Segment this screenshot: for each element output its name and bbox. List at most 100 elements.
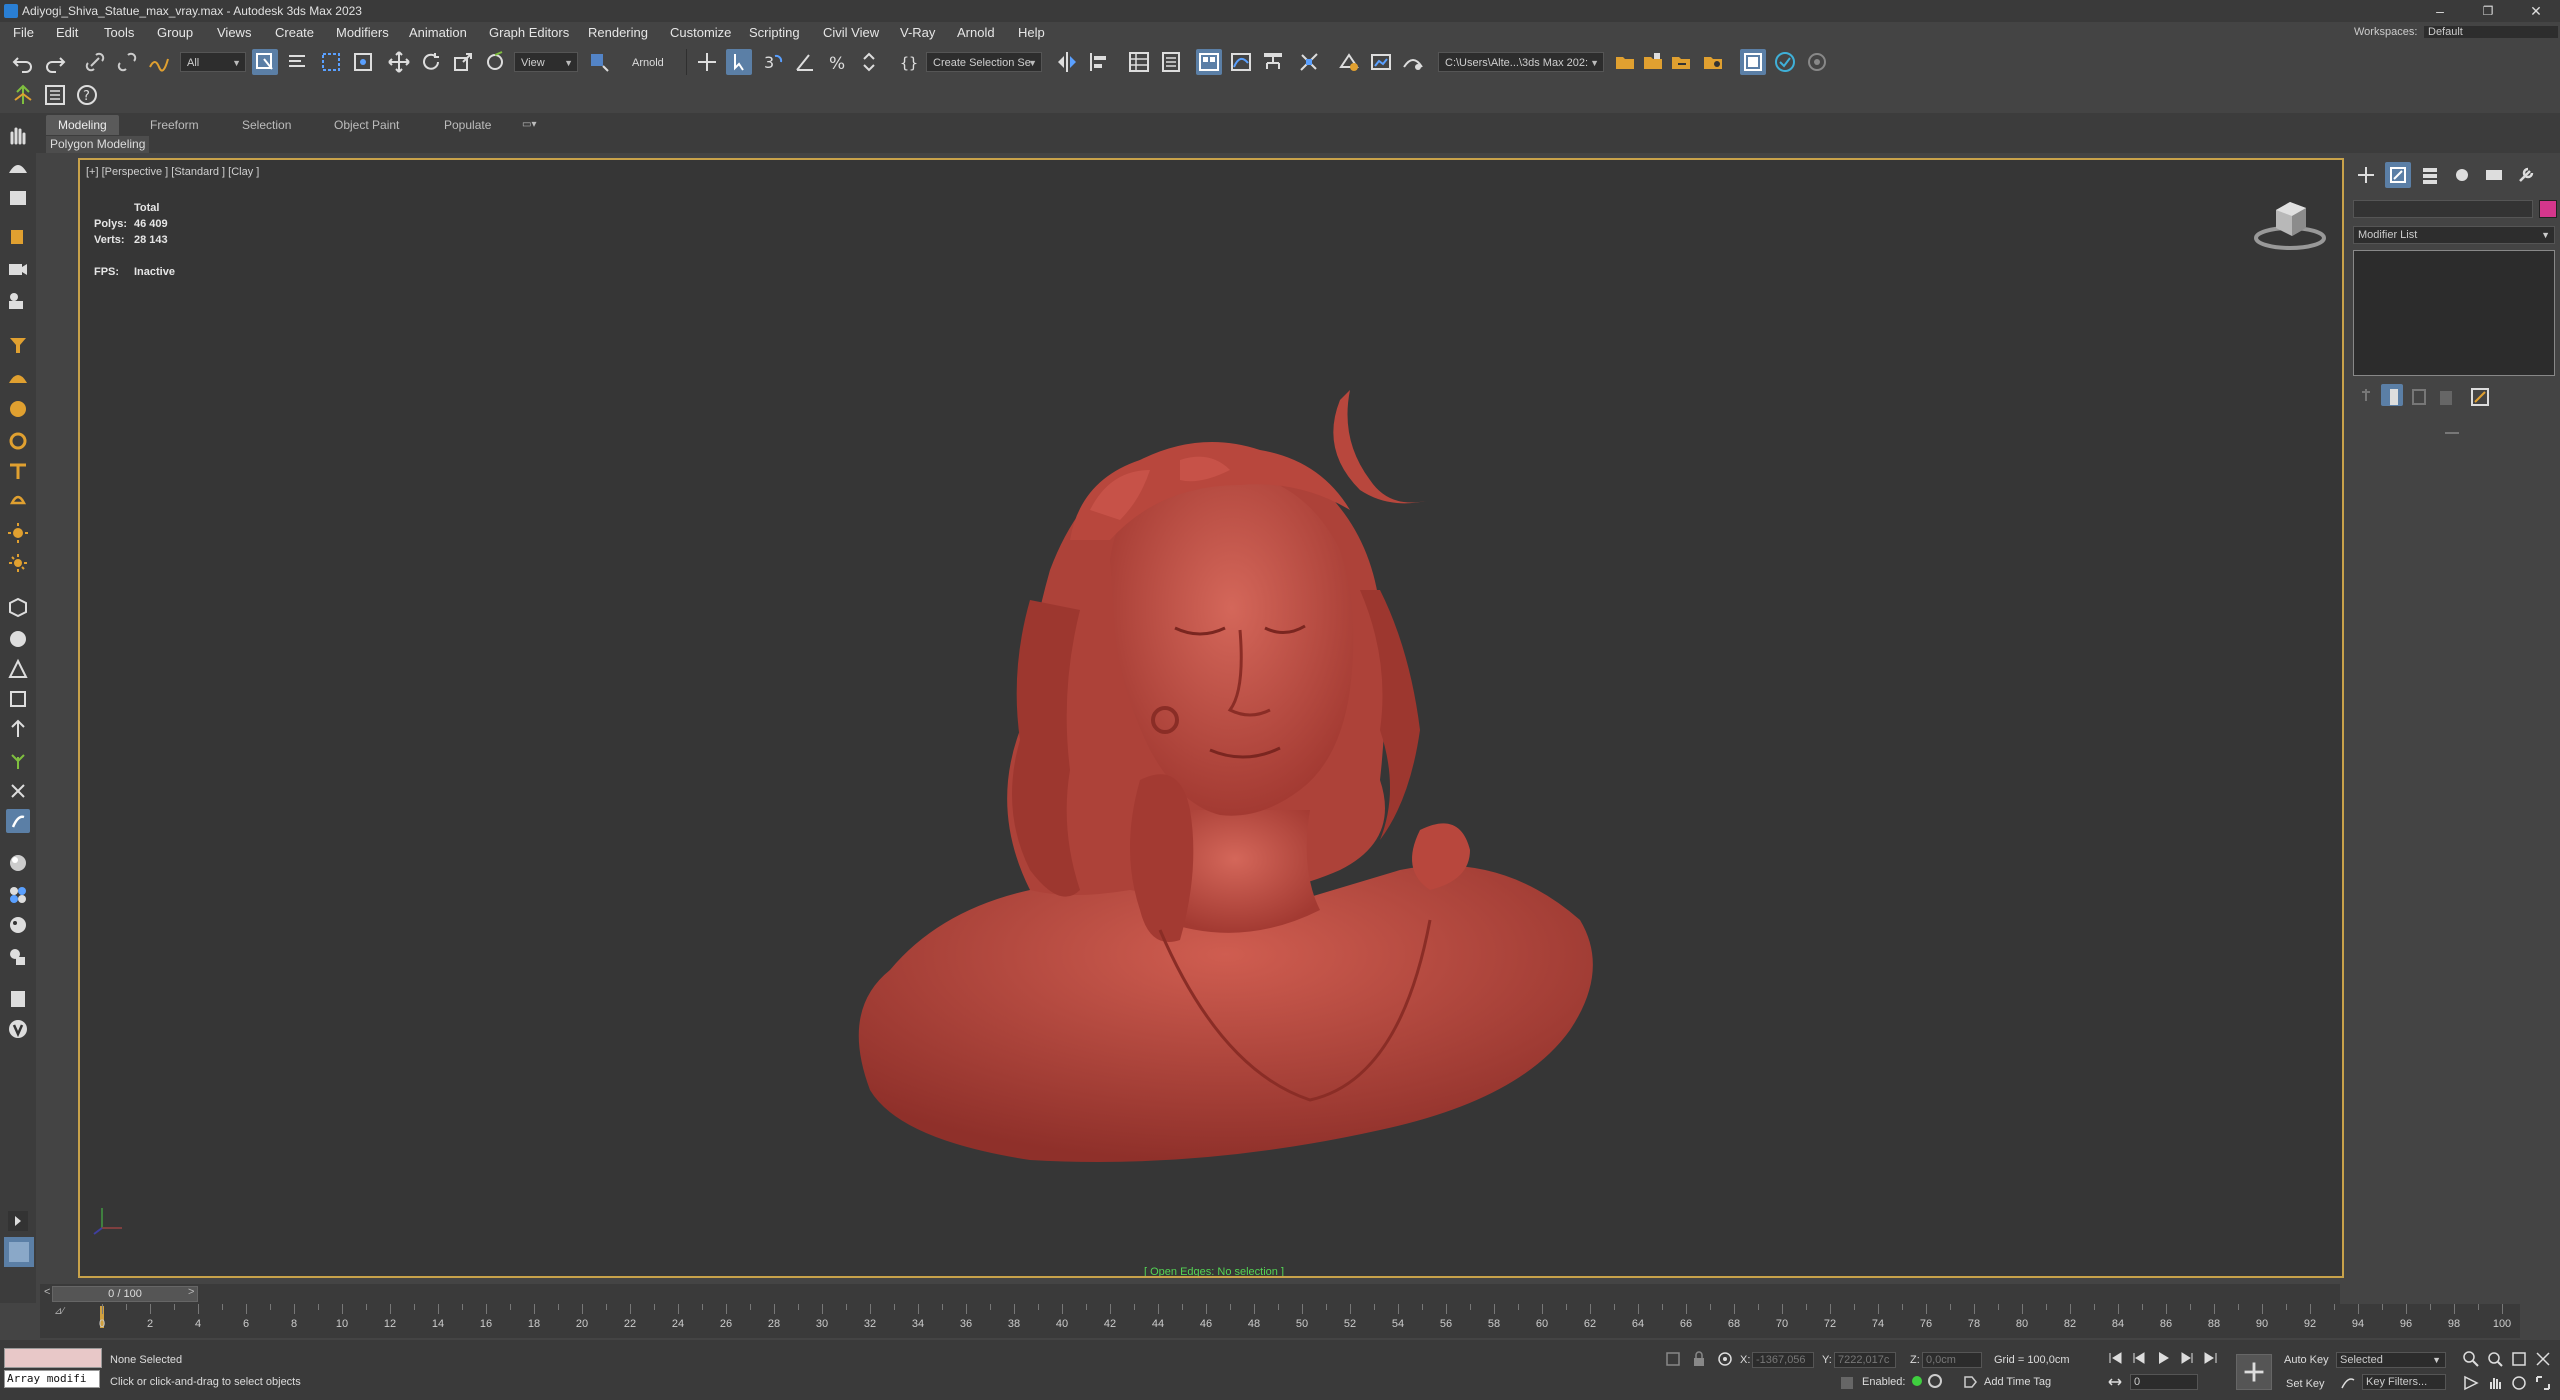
y-coordinate-field[interactable]: 7222,017c — [1834, 1352, 1896, 1368]
show-end-result-icon[interactable] — [2381, 384, 2403, 406]
menu-vray[interactable]: V-Ray — [900, 25, 935, 40]
link-icon[interactable] — [82, 49, 108, 75]
dome-light-icon[interactable] — [6, 365, 30, 389]
percent-snap-icon[interactable]: % — [824, 49, 850, 75]
schematic-view-icon[interactable] — [1260, 49, 1286, 75]
adaptive-degradation-icon[interactable] — [1838, 1374, 1856, 1392]
viewport-layout-icon[interactable] — [1740, 49, 1766, 75]
panel-divider-handle[interactable] — [2445, 432, 2459, 434]
configure-modifier-sets-icon[interactable] — [2467, 384, 2489, 406]
enabled-toggle-icon[interactable] — [1928, 1374, 1942, 1388]
arnold-label[interactable]: Arnold — [632, 57, 664, 69]
current-frame-field[interactable]: 0 — [2130, 1374, 2198, 1390]
sphere-icon[interactable] — [6, 627, 30, 651]
scene-explorer-toggle-icon[interactable] — [42, 82, 68, 108]
minimize-button[interactable]: – — [2420, 1, 2460, 21]
move-icon[interactable] — [386, 49, 412, 75]
next-frame-icon[interactable] — [2178, 1350, 2196, 1366]
palette-icon[interactable] — [6, 913, 30, 937]
workspaces-dropdown[interactable]: Default — [2424, 26, 2558, 38]
menu-rendering[interactable]: Rendering — [588, 25, 648, 40]
x-coordinate-field[interactable]: -1367,056 — [1752, 1352, 1814, 1368]
menu-graph-editors[interactable]: Graph Editors — [489, 25, 569, 40]
zoom-extents-icon[interactable] — [2510, 1350, 2528, 1368]
menu-views[interactable]: Views — [217, 25, 251, 40]
perspective-viewport[interactable]: [+] [Perspective ] [Standard ] [Clay ] T… — [78, 158, 2344, 1278]
select-by-name-icon[interactable] — [284, 49, 310, 75]
render-production-icon[interactable] — [1400, 49, 1426, 75]
redo-icon[interactable] — [42, 49, 68, 75]
zoom-icon[interactable] — [2462, 1350, 2480, 1368]
update-check-icon[interactable] — [1772, 49, 1798, 75]
hierarchy-tab-icon[interactable] — [2417, 162, 2443, 188]
object-color-swatch[interactable] — [2539, 200, 2557, 218]
motion-tab-icon[interactable] — [2449, 162, 2475, 188]
pin-stack-icon[interactable] — [2353, 384, 2375, 406]
camera-icon[interactable] — [6, 257, 30, 281]
menu-tools[interactable]: Tools — [104, 25, 134, 40]
pan-view-icon[interactable] — [2486, 1374, 2504, 1392]
edit-named-selections-icon[interactable]: {} — [896, 49, 922, 75]
tab-populate[interactable]: Populate — [432, 115, 503, 135]
angle-snap-icon[interactable] — [792, 49, 818, 75]
unlink-icon[interactable] — [114, 49, 140, 75]
pivot-center-icon[interactable] — [586, 49, 612, 75]
cube-icon[interactable] — [6, 595, 30, 619]
curve-editor-icon[interactable] — [1228, 49, 1254, 75]
set-key-icon[interactable] — [2236, 1354, 2272, 1390]
viewport-thumbnail-icon[interactable] — [4, 1237, 34, 1267]
open-file-icon[interactable] — [1612, 49, 1638, 75]
menu-civil-view[interactable]: Civil View — [823, 25, 879, 40]
object-name-field[interactable] — [2353, 200, 2533, 218]
select-object-icon[interactable] — [252, 49, 278, 75]
gear-light-icon[interactable] — [6, 429, 30, 453]
named-selection-dropdown[interactable]: Create Selection Se ▼ — [926, 52, 1042, 72]
region-select-icon[interactable] — [318, 49, 344, 75]
place-icon[interactable] — [482, 49, 508, 75]
sun-icon[interactable] — [6, 521, 30, 545]
multi-material-icon[interactable] — [6, 883, 30, 907]
lamp-icon[interactable] — [6, 459, 30, 483]
scene-explorer-icon[interactable] — [1126, 49, 1152, 75]
project-folder-icon[interactable] — [1640, 49, 1666, 75]
menu-animation[interactable]: Animation — [409, 25, 467, 40]
auto-key-button[interactable]: Auto Key — [2284, 1354, 2329, 1366]
help-icon[interactable]: ? — [74, 82, 100, 108]
create-hand-icon[interactable] — [6, 123, 30, 147]
folder-settings-icon[interactable] — [1700, 49, 1726, 75]
viewcube-icon[interactable] — [2250, 186, 2330, 256]
reference-coord-dropdown[interactable]: View ▼ — [514, 52, 578, 72]
menu-customize[interactable]: Customize — [670, 25, 731, 40]
z-coordinate-field[interactable]: 0,0cm — [1922, 1352, 1982, 1368]
layer-explorer-icon[interactable] — [1158, 49, 1184, 75]
viewport-label[interactable]: [+] [Perspective ] [Standard ] [Clay ] — [86, 166, 259, 178]
orbit-icon[interactable] — [2510, 1374, 2528, 1392]
dome-icon[interactable] — [6, 155, 30, 179]
scale-icon[interactable] — [450, 49, 476, 75]
default-in-out-tangents-icon[interactable] — [2340, 1374, 2356, 1390]
menu-help[interactable]: Help — [1018, 25, 1045, 40]
go-to-start-icon[interactable] — [2106, 1350, 2124, 1366]
modify-brush-icon[interactable] — [6, 809, 30, 833]
maxscript-listener-mini[interactable] — [4, 1348, 102, 1368]
zoom-extents-all-icon[interactable] — [2534, 1350, 2552, 1368]
track-bar-toggle-icon[interactable]: ⊿∕ — [54, 1306, 64, 1317]
maximize-viewport-icon[interactable] — [2534, 1374, 2552, 1392]
add-time-tag[interactable]: Add Time Tag — [1984, 1376, 2051, 1388]
scene-states-icon[interactable] — [10, 82, 36, 108]
menu-create[interactable]: Create — [275, 25, 314, 40]
select-manipulate-icon[interactable] — [694, 49, 720, 75]
texture-icon[interactable] — [6, 945, 30, 969]
polygon-modeling-panel[interactable]: Polygon Modeling — [46, 136, 150, 153]
shiva-statue-model[interactable] — [780, 310, 1680, 1200]
utilities-tab-icon[interactable] — [2513, 162, 2539, 188]
asset-tracking-icon[interactable] — [1668, 49, 1694, 75]
rotate-icon[interactable] — [418, 49, 444, 75]
play-icon[interactable] — [2154, 1350, 2172, 1366]
isolate-selection-icon[interactable] — [1664, 1350, 1682, 1368]
modifier-list-dropdown[interactable]: Modifier List ▼ — [2353, 226, 2555, 244]
snaps-toggle-icon[interactable]: 3 — [760, 49, 786, 75]
bone-icon[interactable] — [6, 717, 30, 741]
project-folder-dropdown[interactable]: C:\Users\Alte...\3ds Max 202: ▼ — [1438, 52, 1604, 72]
tab-modeling[interactable]: Modeling — [46, 115, 119, 135]
